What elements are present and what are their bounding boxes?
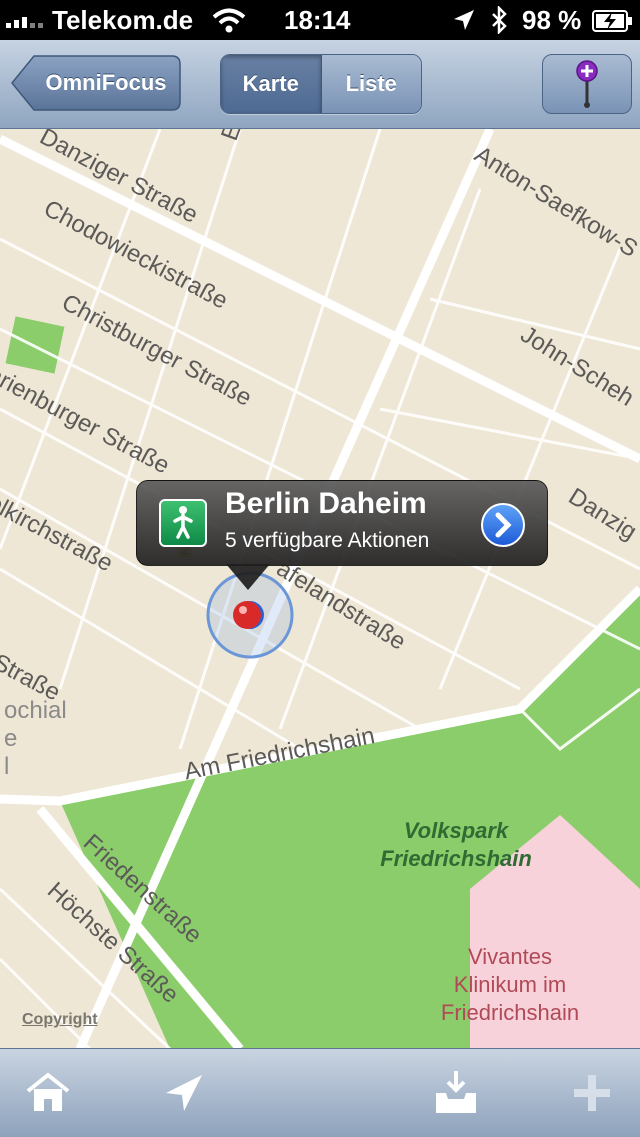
back-button-label: OmniFocus: [45, 70, 167, 95]
walking-person-icon: [159, 499, 207, 547]
map-fragment-label: e: [4, 725, 18, 752]
add-location-pin-button[interactable]: [542, 54, 632, 114]
segment-karte[interactable]: Karte: [221, 55, 322, 113]
add-icon[interactable]: [568, 1069, 616, 1117]
bluetooth-icon: [492, 6, 507, 34]
location-callout[interactable]: Berlin Daheim 5 verfügbare Aktionen: [136, 480, 548, 566]
park-label-line: Friedrichshain: [380, 846, 532, 871]
inbox-icon[interactable]: [432, 1069, 480, 1117]
park-label-line: Volkspark: [403, 818, 509, 843]
status-bar: Telekom.de 18:14 98 %: [0, 0, 640, 40]
bottom-toolbar: [0, 1048, 640, 1137]
location-arrow-icon[interactable]: [160, 1069, 208, 1117]
callout-subtitle: 5 verfügbare Aktionen: [225, 529, 430, 552]
clock-time: 18:14: [284, 5, 351, 35]
signal-strength-icon: [6, 10, 43, 28]
chevron-right-icon: [495, 512, 512, 538]
hospital-label-line: Friedrichshain: [440, 1000, 580, 1025]
hospital-label-line: Vivantes: [468, 944, 552, 969]
callout-title: Berlin Daheim: [225, 487, 427, 520]
hospital-label: Vivantes Klinikum im Friedrichshain: [410, 943, 610, 1027]
battery-percent: 98 %: [522, 5, 582, 35]
carrier-name: Telekom.de: [52, 5, 194, 35]
navigation-bar: OmniFocus Karte Liste: [0, 40, 640, 129]
hospital-label-line: Klinikum im: [453, 972, 567, 997]
map-fragment-label: ochial: [4, 697, 67, 724]
map-fragment-label: l: [4, 753, 10, 780]
back-button[interactable]: OmniFocus: [10, 54, 182, 112]
location-pin[interactable]: [233, 601, 261, 629]
battery-charging-icon: [592, 10, 632, 32]
map-view[interactable]: Danziger Straße Chodowieckistraße Christ…: [0, 129, 640, 1049]
copyright-link[interactable]: Copyright: [22, 1011, 98, 1029]
park-label: Volkspark Friedrichshain: [356, 817, 556, 873]
segment-liste[interactable]: Liste: [321, 55, 421, 113]
home-icon[interactable]: [24, 1069, 72, 1117]
detail-disclosure-button[interactable]: [481, 503, 525, 547]
view-segmented-control: Karte Liste: [220, 54, 422, 114]
callout-pointer: [226, 564, 270, 590]
pin-plus-icon: [576, 60, 598, 108]
location-services-icon: [454, 10, 474, 30]
wifi-icon: [212, 8, 246, 33]
